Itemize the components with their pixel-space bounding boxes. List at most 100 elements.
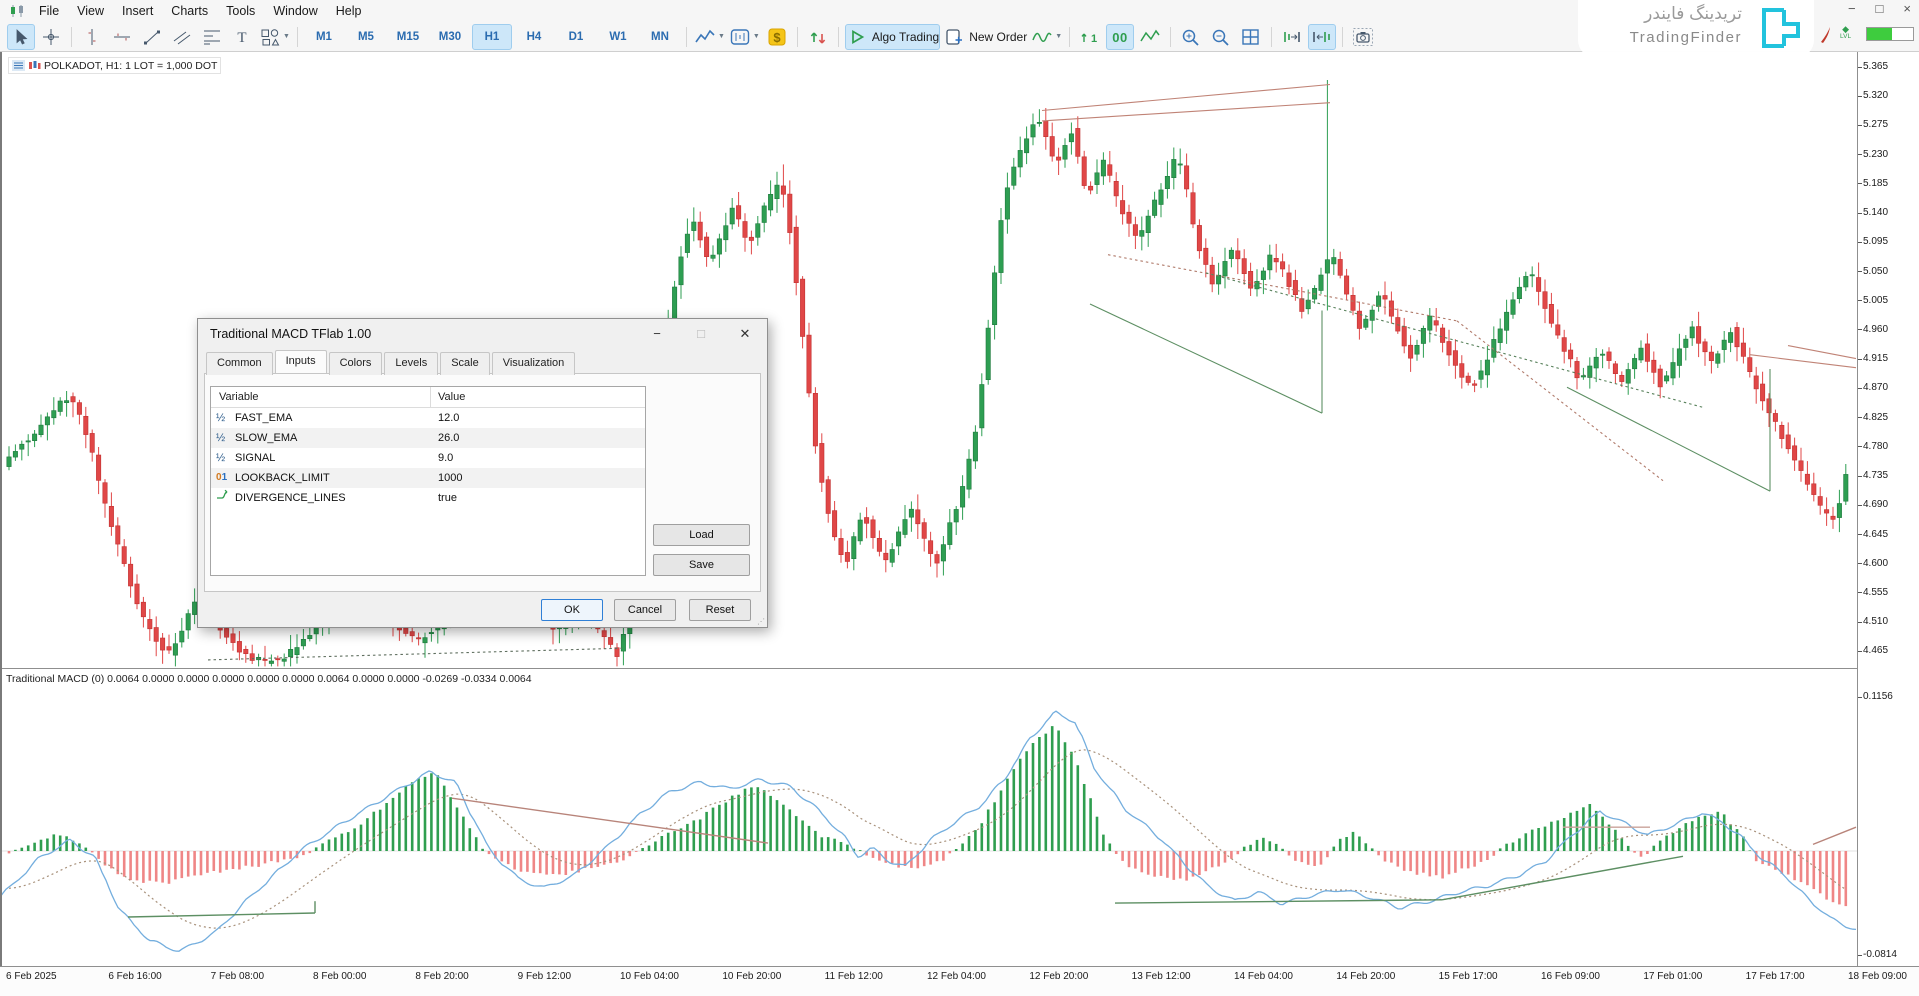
quotes-dollar-button[interactable]: $ bbox=[763, 24, 791, 50]
time-tick-label: 13 Feb 12:00 bbox=[1132, 971, 1191, 982]
save-button[interactable]: Save bbox=[653, 554, 750, 576]
param-value[interactable]: 26.0 bbox=[438, 428, 459, 448]
param-row-DIVERGENCE_LINES[interactable]: DIVERGENCE_LINEStrue bbox=[211, 488, 645, 508]
candle-chart-dropdown-icon[interactable]: ▼ bbox=[753, 33, 760, 40]
timeframe-tf-M5-button[interactable]: M5 bbox=[346, 24, 386, 50]
auto-scroll-icon bbox=[1311, 27, 1333, 47]
tab-scale[interactable]: Scale bbox=[440, 352, 490, 375]
timeframe-tf-D1-button[interactable]: D1 bbox=[556, 24, 596, 50]
auto-scroll-button[interactable] bbox=[1308, 24, 1336, 50]
menu-item-window[interactable]: Window bbox=[264, 2, 326, 20]
window-restore-icon[interactable]: □ bbox=[1876, 1, 1884, 16]
menu-item-view[interactable]: View bbox=[68, 2, 113, 20]
param-row-SLOW_EMA[interactable]: ½SLOW_EMA26.0 bbox=[211, 428, 645, 448]
channel-button[interactable] bbox=[168, 24, 196, 50]
trendline-icon bbox=[141, 27, 163, 47]
svg-text:1: 1 bbox=[1091, 33, 1097, 45]
price-tick-label: 5.185 bbox=[1863, 178, 1888, 189]
svg-text:00: 00 bbox=[1112, 30, 1127, 45]
tab-common[interactable]: Common bbox=[206, 352, 273, 375]
dialog-resize-grip[interactable]: ⋰ bbox=[757, 617, 765, 626]
macd-chart-svg[interactable] bbox=[0, 690, 1857, 966]
zoom-out-button[interactable] bbox=[1207, 24, 1235, 50]
price-axis[interactable]: 5.3655.3205.2755.2305.1855.1405.0955.050… bbox=[1857, 52, 1919, 966]
zigzag-button[interactable] bbox=[1136, 24, 1164, 50]
time-tick-label: 14 Feb 20:00 bbox=[1336, 971, 1395, 982]
line-chart-button[interactable]: ▼ bbox=[693, 24, 726, 50]
tab-visualization[interactable]: Visualization bbox=[492, 352, 576, 375]
horizontal-line-button[interactable] bbox=[108, 24, 136, 50]
dialog-minimize-icon[interactable]: − bbox=[635, 319, 679, 349]
tile-windows-button[interactable] bbox=[1237, 24, 1265, 50]
screenshot-button[interactable] bbox=[1349, 24, 1377, 50]
window-close-icon[interactable]: × bbox=[1903, 1, 1911, 16]
price-tick-label: 5.275 bbox=[1863, 119, 1888, 130]
dialog-close-icon[interactable]: ✕ bbox=[723, 319, 767, 349]
param-row-LOOKBACK_LIMIT[interactable]: 01LOOKBACK_LIMIT1000 bbox=[211, 468, 645, 488]
algo-trading-button[interactable]: Algo Trading bbox=[845, 24, 940, 50]
text-button[interactable]: T bbox=[228, 24, 256, 50]
menu-item-insert[interactable]: Insert bbox=[113, 2, 162, 20]
param-value[interactable]: true bbox=[438, 488, 457, 508]
time-axis[interactable]: 6 Feb 20256 Feb 16:007 Feb 08:008 Feb 00… bbox=[0, 966, 1919, 996]
time-tick-label: 16 Feb 09:00 bbox=[1541, 971, 1600, 982]
tab-levels[interactable]: Levels bbox=[384, 352, 438, 375]
reset-button[interactable]: Reset bbox=[689, 599, 751, 621]
price-tick-label: 4.735 bbox=[1863, 470, 1888, 481]
fibonacci-button[interactable] bbox=[198, 24, 226, 50]
cursor-button[interactable] bbox=[7, 24, 35, 50]
dialog-tabs: CommonInputsColorsLevelsScaleVisualizati… bbox=[206, 352, 577, 375]
time-tick-label: 6 Feb 16:00 bbox=[108, 971, 161, 982]
bars-00-button[interactable]: 00 bbox=[1106, 24, 1134, 50]
shift-end-button[interactable] bbox=[1278, 24, 1306, 50]
menu-item-charts[interactable]: Charts bbox=[162, 2, 217, 20]
trendline-button[interactable] bbox=[138, 24, 166, 50]
tick-chart-button[interactable]: 1 bbox=[1076, 24, 1104, 50]
timeframe-tf-M1-button[interactable]: M1 bbox=[304, 24, 344, 50]
param-value[interactable]: 12.0 bbox=[438, 408, 459, 428]
param-row-FAST_EMA[interactable]: ½FAST_EMA12.0 bbox=[211, 408, 645, 428]
horizontal-line-icon bbox=[111, 27, 133, 47]
left-window-edge bbox=[0, 52, 2, 966]
line-chart-dropdown-icon[interactable]: ▼ bbox=[718, 33, 725, 40]
window-minimize-icon[interactable]: − bbox=[1848, 1, 1856, 16]
shift-end-icon bbox=[1281, 27, 1303, 47]
ok-button[interactable]: OK bbox=[541, 599, 603, 621]
param-value[interactable]: 9.0 bbox=[438, 448, 453, 468]
timeframe-tf-H4-button[interactable]: H4 bbox=[514, 24, 554, 50]
tab-colors[interactable]: Colors bbox=[329, 352, 383, 375]
cancel-button[interactable]: Cancel bbox=[614, 599, 676, 621]
buy-sell-arrows-button[interactable] bbox=[804, 24, 832, 50]
new-order-button[interactable]: New Order bbox=[942, 24, 1028, 50]
lvl-indicator: ◆LVL bbox=[1840, 25, 1851, 41]
zoom-in-button[interactable] bbox=[1177, 24, 1205, 50]
tradingfinder-logo-icon bbox=[1754, 6, 1802, 55]
param-row-SIGNAL[interactable]: ½SIGNAL9.0 bbox=[211, 448, 645, 468]
shapes-dropdown-icon[interactable]: ▼ bbox=[283, 33, 290, 40]
macd-scale-label: 0.1156 bbox=[1863, 691, 1893, 702]
shapes-button[interactable]: ▼ bbox=[258, 24, 291, 50]
indicator-wave-dropdown-icon[interactable]: ▼ bbox=[1055, 33, 1062, 40]
param-value[interactable]: 1000 bbox=[438, 468, 462, 488]
zigzag-icon bbox=[1139, 27, 1161, 47]
timeframe-tf-M15-button[interactable]: M15 bbox=[388, 24, 428, 50]
candle-chart-button[interactable]: ▼ bbox=[728, 24, 761, 50]
timeframe-tf-M30-button[interactable]: M30 bbox=[430, 24, 470, 50]
tab-inputs[interactable]: Inputs bbox=[275, 350, 327, 373]
menu-items: FileViewInsertChartsToolsWindowHelp bbox=[30, 4, 371, 18]
timeframe-tf-H1-button[interactable]: H1 bbox=[472, 24, 512, 50]
param-name: LOOKBACK_LIMIT bbox=[235, 468, 330, 488]
timeframe-tf-MN-button[interactable]: MN bbox=[640, 24, 680, 50]
load-button[interactable]: Load bbox=[653, 524, 750, 546]
dialog-maximize-icon[interactable]: □ bbox=[679, 319, 723, 349]
time-tick-label: 6 Feb 2025 bbox=[6, 971, 57, 982]
time-tick-label: 17 Feb 01:00 bbox=[1643, 971, 1702, 982]
param-type-bool-icon bbox=[216, 488, 234, 508]
timeframe-tf-W1-button[interactable]: W1 bbox=[598, 24, 638, 50]
menu-item-file[interactable]: File bbox=[30, 2, 68, 20]
menu-item-tools[interactable]: Tools bbox=[217, 2, 264, 20]
crosshair-button[interactable] bbox=[37, 24, 65, 50]
menu-item-help[interactable]: Help bbox=[327, 2, 371, 20]
indicator-wave-button[interactable]: ▼ bbox=[1030, 24, 1063, 50]
vertical-line-button[interactable] bbox=[78, 24, 106, 50]
